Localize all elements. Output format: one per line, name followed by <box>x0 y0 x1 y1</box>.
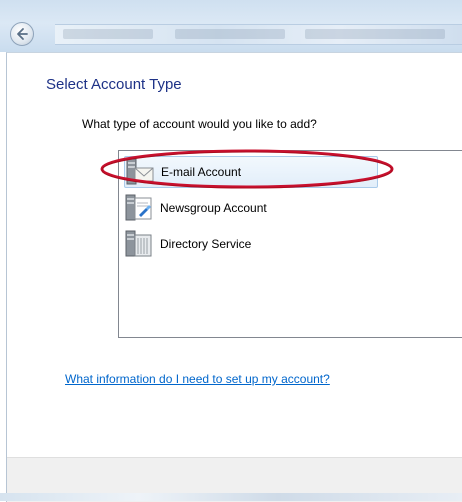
blurred-text <box>63 29 153 39</box>
list-item-email-account[interactable]: E-mail Account <box>124 156 378 188</box>
newsgroup-account-label: Newsgroup Account <box>160 201 267 215</box>
directory-service-icon <box>125 230 152 257</box>
blurred-taskbar <box>0 493 462 501</box>
email-account-icon <box>126 158 154 185</box>
email-account-label: E-mail Account <box>161 165 242 179</box>
list-item-newsgroup-account[interactable]: Newsgroup Account <box>124 192 378 224</box>
back-arrow-icon <box>17 28 28 40</box>
account-type-question: What type of account would you like to a… <box>82 117 317 131</box>
back-button[interactable] <box>10 22 34 46</box>
directory-service-label: Directory Service <box>160 237 252 251</box>
newsgroup-account-icon <box>125 194 152 221</box>
blurred-background-toolbar <box>55 24 462 45</box>
page-title: Select Account Type <box>46 76 182 93</box>
window-titlebar <box>0 0 462 52</box>
blurred-text <box>305 29 445 39</box>
blurred-text <box>175 29 285 39</box>
help-link[interactable]: What information do I need to set up my … <box>65 372 330 386</box>
list-item-directory-service[interactable]: Directory Service <box>124 228 378 260</box>
